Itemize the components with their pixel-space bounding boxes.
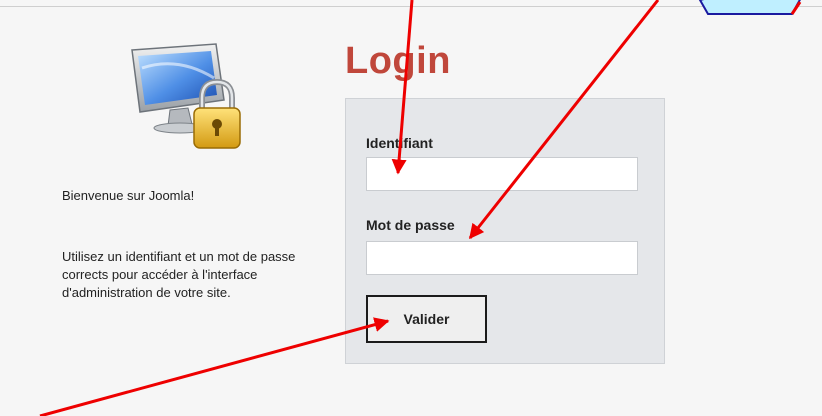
password-input[interactable] (366, 241, 638, 275)
username-label: Identifiant (366, 135, 433, 151)
computer-lock-icon (118, 38, 254, 156)
password-label: Mot de passe (366, 217, 455, 233)
arrow-to-submit (39, 317, 390, 416)
login-form: Identifiant Mot de passe Valider (345, 98, 665, 364)
top-divider (0, 6, 822, 7)
page-title: Login (345, 40, 451, 82)
welcome-text: Bienvenue sur Joomla! (62, 188, 195, 203)
username-input[interactable] (366, 157, 638, 191)
info-text: Utilisez un identifiant et un mot de pas… (62, 249, 296, 300)
submit-button[interactable]: Valider (366, 295, 487, 343)
partial-annotation-shape (698, 0, 801, 15)
